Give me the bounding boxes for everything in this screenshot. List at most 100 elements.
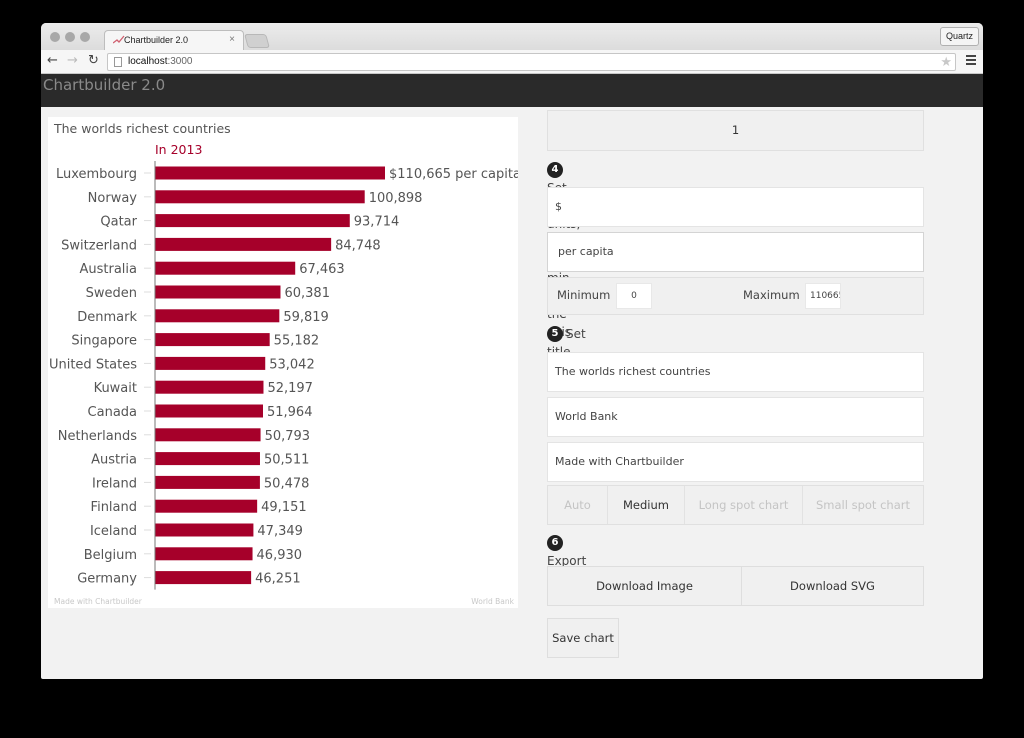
value-label: 84,748 <box>335 238 381 253</box>
bar <box>155 333 270 347</box>
category-label: Finland <box>91 500 137 515</box>
credit-input[interactable]: Made with Chartbuilder <box>547 442 924 482</box>
bar-chart: Luxembourg $110,665 per capita Norway 100,8… <box>49 161 518 590</box>
chart-credit: Made with Chartbuilder <box>54 597 142 606</box>
category-label: Denmark <box>77 310 137 325</box>
step-number-badge: 5 <box>547 326 563 342</box>
bar <box>155 309 280 323</box>
category-label: Singapore <box>71 334 137 349</box>
value-label: 46,251 <box>255 572 301 587</box>
value-label: 51,964 <box>267 405 313 420</box>
prefix-input[interactable]: $ <box>547 187 924 227</box>
url-text: localhost:3000 <box>128 56 193 67</box>
browser-tab[interactable]: Chartbuilder 2.0 × <box>104 30 244 51</box>
value-label: 50,478 <box>264 476 310 491</box>
maximum-input[interactable]: 110665 <box>805 283 841 309</box>
value-label: 50,511 <box>264 453 310 468</box>
category-label: United States <box>49 357 137 372</box>
app-brand: Chartbuilder 2.0 <box>43 76 166 94</box>
bar <box>155 285 281 299</box>
size-option-auto[interactable]: Auto <box>548 486 608 524</box>
save-chart-button[interactable]: Save chart <box>547 618 619 658</box>
bar <box>155 380 264 394</box>
title-input[interactable]: The worlds richest countries <box>547 352 924 392</box>
minimum-input[interactable]: 0 <box>616 283 652 309</box>
close-window-button[interactable] <box>50 32 60 42</box>
zoom-window-button[interactable] <box>80 32 90 42</box>
value-label: 67,463 <box>299 262 345 277</box>
axis-range-row: Minimum 0 Maximum 110665 <box>547 277 924 315</box>
step-5-heading: 5Set title, source, credit and size <box>547 325 591 431</box>
bar <box>155 190 365 204</box>
tab-close-icon[interactable]: × <box>229 34 235 45</box>
back-icon[interactable]: ← <box>47 53 58 69</box>
download-image-button[interactable]: Download Image <box>547 566 742 606</box>
bookmark-star-icon[interactable]: ★ <box>940 54 952 70</box>
bar <box>155 237 332 251</box>
value-label: 50,793 <box>265 429 311 444</box>
bar <box>155 475 260 489</box>
forward-icon[interactable]: → <box>67 53 78 69</box>
category-label: Ireland <box>92 476 137 491</box>
chart-preview: The worlds richest countries In 2013 Lux… <box>48 117 518 608</box>
category-label: Netherlands <box>58 429 137 444</box>
suffix-input[interactable]: per capita <box>547 232 924 272</box>
category-label: Australia <box>79 262 137 277</box>
value-label: 52,197 <box>267 381 313 396</box>
page-icon <box>114 57 122 67</box>
bar <box>155 428 261 442</box>
step-number-badge: 4 <box>547 162 563 178</box>
category-label: Norway <box>88 191 138 206</box>
bar <box>155 523 254 537</box>
value-label: 100,898 <box>369 191 423 206</box>
bar <box>155 404 263 418</box>
bar <box>155 356 266 370</box>
browser-toolbar: ← → ↻ localhost:3000 ★ <box>41 50 983 74</box>
value-label: 93,714 <box>354 215 400 230</box>
menu-icon[interactable] <box>966 55 976 67</box>
category-label: Canada <box>88 405 137 420</box>
value-label: 59,819 <box>283 310 329 325</box>
source-input[interactable]: World Bank <box>547 397 924 437</box>
app-header: Chartbuilder 2.0 <box>41 74 983 107</box>
bar <box>155 571 252 585</box>
category-label: Switzerland <box>61 238 137 253</box>
maximum-label: Maximum <box>743 288 800 302</box>
bar <box>155 214 350 228</box>
category-label: Sweden <box>86 286 137 301</box>
value-label: 60,381 <box>284 286 330 301</box>
size-selector: Auto Medium Long spot chart Small spot c… <box>547 485 924 525</box>
chart-source: World Bank <box>471 597 514 606</box>
category-label: Iceland <box>90 524 137 539</box>
download-svg-button[interactable]: Download SVG <box>741 566 924 606</box>
tab-strip: Chartbuilder 2.0 × Quartz <box>41 23 983 51</box>
category-label: Austria <box>91 453 137 468</box>
size-option-small-spot[interactable]: Small spot chart <box>803 486 923 524</box>
reload-icon[interactable]: ↻ <box>88 53 99 69</box>
step-6-heading: 6Export your chart <box>547 535 587 604</box>
minimize-window-button[interactable] <box>65 32 75 42</box>
bar <box>155 499 258 513</box>
new-tab-button[interactable] <box>244 34 270 48</box>
bar <box>155 261 296 275</box>
category-label: Qatar <box>100 215 137 230</box>
value-label: 55,182 <box>274 334 320 349</box>
address-bar[interactable]: localhost:3000 ★ <box>107 53 956 71</box>
step-4-heading: 4Set the units, max, and min of the axis <box>547 161 580 339</box>
value-label: 49,151 <box>261 500 307 515</box>
value-label: 53,042 <box>269 357 315 372</box>
bar <box>155 166 385 180</box>
size-option-medium[interactable]: Medium <box>608 486 685 524</box>
value-label: $110,665 per capita <box>389 167 518 182</box>
minimum-label: Minimum <box>557 288 611 302</box>
bar <box>155 547 253 561</box>
tab-title: Chartbuilder 2.0 <box>124 35 189 45</box>
profile-button[interactable]: Quartz <box>939 27 979 46</box>
category-label: Germany <box>77 572 137 587</box>
value-label: 47,349 <box>257 524 303 539</box>
top-option-value[interactable]: 1 <box>547 110 924 151</box>
step-number-badge: 6 <box>547 535 563 551</box>
category-label: Belgium <box>84 548 137 563</box>
category-label: Kuwait <box>94 381 137 396</box>
size-option-long-spot[interactable]: Long spot chart <box>685 486 803 524</box>
